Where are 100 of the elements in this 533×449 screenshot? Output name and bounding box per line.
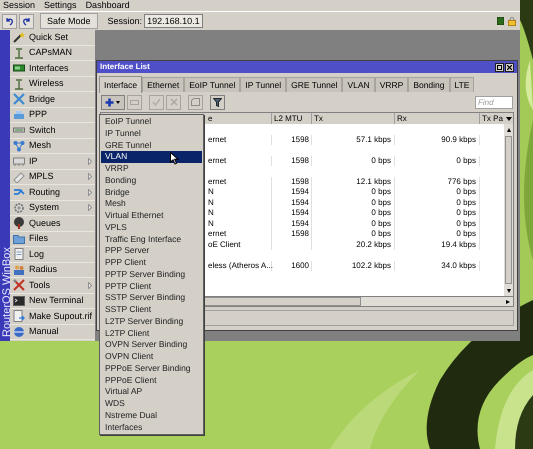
- table-cell: N: [206, 208, 272, 218]
- menu-item[interactable]: Virtual Ethernet: [101, 210, 202, 222]
- menu-item[interactable]: GRE Tunnel: [101, 140, 202, 152]
- menu-item[interactable]: Virtual AP: [101, 386, 202, 398]
- menu-item[interactable]: L2TP Client: [101, 328, 202, 340]
- sidebar-item[interactable]: Log: [10, 247, 95, 262]
- people-icon: [12, 264, 25, 276]
- folder-icon: [12, 232, 25, 245]
- tab[interactable]: IP Tunnel: [240, 77, 286, 92]
- menu-item[interactable]: SSTP Server Binding: [101, 292, 202, 304]
- tab[interactable]: GRE Tunnel: [286, 77, 342, 92]
- menu-item[interactable]: Nstreme Dual: [101, 410, 202, 422]
- menu-item[interactable]: WDS: [101, 398, 202, 410]
- undo-button[interactable]: [2, 14, 17, 28]
- document-icon: [12, 248, 25, 260]
- table-cell: 0 bps: [312, 208, 395, 218]
- caret-icon: [506, 116, 512, 120]
- menu-item[interactable]: Traffic Eng Interface: [101, 234, 202, 246]
- scroll-thumb[interactable]: [505, 136, 512, 284]
- scroll-down-icon: [506, 288, 510, 292]
- table-cell: ernet: [206, 229, 272, 240]
- menu-item[interactable]: PPP Client: [101, 257, 202, 269]
- table-cell: N: [206, 187, 272, 198]
- tab[interactable]: VRRP: [374, 77, 408, 92]
- redo-icon: [22, 16, 31, 26]
- table-cell: N: [206, 218, 272, 229]
- plus-caret-icon: [105, 98, 121, 106]
- filter-icon: [213, 98, 222, 106]
- table-cell: 1594: [272, 218, 312, 229]
- menu-item[interactable]: Bonding: [101, 174, 202, 186]
- nodes-icon: [12, 140, 25, 152]
- table-cell: 0 bps: [312, 218, 395, 229]
- column-menu-button[interactable]: [504, 113, 513, 124]
- sidebar-item[interactable]: MPLS: [10, 170, 95, 185]
- menu-item[interactable]: OVPN Client: [101, 351, 202, 363]
- cross-icon: [170, 98, 178, 106]
- table-cell: 776 bps: [395, 176, 480, 187]
- menu-item[interactable]: Settings: [44, 1, 77, 10]
- menu-item[interactable]: IP Tunnel: [101, 128, 202, 140]
- menu-item[interactable]: VPLS: [101, 222, 202, 234]
- menu-item[interactable]: PPTP Server Binding: [101, 268, 202, 280]
- menu-item[interactable]: Interfaces: [101, 422, 202, 434]
- sidebar-item[interactable]: Queues: [10, 216, 95, 232]
- table-cell: ernet: [206, 176, 272, 187]
- antenna-icon: [12, 46, 25, 59]
- table-cell: 1598: [272, 176, 312, 187]
- menu-item[interactable]: L2TP Server Binding: [101, 316, 202, 328]
- menu-item[interactable]: VLAN: [101, 151, 202, 163]
- menu-item[interactable]: OVPN Server Binding: [101, 339, 202, 351]
- menu-item[interactable]: VRRP: [101, 163, 202, 175]
- tab[interactable]: Bonding: [408, 77, 450, 92]
- sidebar-item[interactable]: Radius: [10, 262, 95, 278]
- sidebar-item[interactable]: Make Supout.rif: [10, 309, 95, 324]
- sidebar-item[interactable]: Manual: [10, 324, 95, 340]
- menu-item[interactable]: PPTP Client: [101, 280, 202, 292]
- table-cell: 1594: [272, 208, 312, 218]
- close-button[interactable]: [505, 62, 514, 72]
- redo-button[interactable]: [19, 14, 34, 28]
- close-icon: [507, 64, 512, 70]
- wand-icon: [12, 31, 25, 44]
- terminal-icon: [12, 294, 25, 307]
- table-cell: 1598: [272, 229, 312, 240]
- menu-item[interactable]: Mesh: [101, 198, 202, 210]
- status-indicator-icon: [497, 17, 504, 25]
- sidebar-item[interactable]: Interfaces: [10, 61, 95, 76]
- safe-mode-button[interactable]: Safe Mode: [40, 13, 98, 29]
- menu-item[interactable]: Dashboard: [86, 1, 130, 10]
- add-button[interactable]: [101, 94, 125, 110]
- table-cell: 0 bps: [395, 198, 480, 208]
- vertical-scrollbar[interactable]: [504, 113, 513, 296]
- table-cell: 1594: [272, 187, 312, 198]
- filter-button[interactable]: [210, 94, 225, 110]
- session-field[interactable]: 192.168.10.1: [144, 14, 203, 28]
- menu-item[interactable]: PPP Server: [101, 245, 202, 257]
- table-cell: eless (Atheros A...: [206, 260, 272, 271]
- sidebar-item[interactable]: PPP: [10, 108, 95, 123]
- sidebar-item[interactable]: New Terminal: [10, 294, 95, 309]
- lock-icon: [508, 16, 516, 26]
- maximize-button[interactable]: [495, 62, 504, 72]
- sidebar-item[interactable]: System: [10, 200, 95, 216]
- sidebar-item[interactable]: Files: [10, 232, 95, 247]
- tab[interactable]: Interface: [99, 76, 142, 93]
- tab[interactable]: LTE: [450, 77, 474, 92]
- find-field[interactable]: Find: [475, 96, 513, 108]
- undo-icon: [5, 16, 14, 26]
- menu-item[interactable]: PPPoE Server Binding: [101, 362, 202, 374]
- table-cell: 12.1 kbps: [312, 176, 395, 187]
- tab[interactable]: Ethernet: [142, 77, 184, 92]
- menu-item[interactable]: SSTP Client: [101, 304, 202, 316]
- sidebar-item[interactable]: IP: [10, 154, 95, 170]
- menu-item[interactable]: Bridge: [101, 186, 202, 198]
- menu-item[interactable]: Session: [3, 1, 36, 10]
- sidebar-item[interactable]: Tools: [10, 278, 95, 294]
- antenna-icon: [12, 78, 25, 90]
- table-cell: 0 bps: [312, 229, 395, 240]
- tab[interactable]: EoIP Tunnel: [184, 77, 240, 92]
- menu-item[interactable]: PPPoE Client: [101, 374, 202, 386]
- menu-item[interactable]: EoIP Tunnel: [101, 116, 202, 128]
- tab[interactable]: VLAN: [342, 77, 375, 92]
- table-cell: 1594: [272, 198, 312, 208]
